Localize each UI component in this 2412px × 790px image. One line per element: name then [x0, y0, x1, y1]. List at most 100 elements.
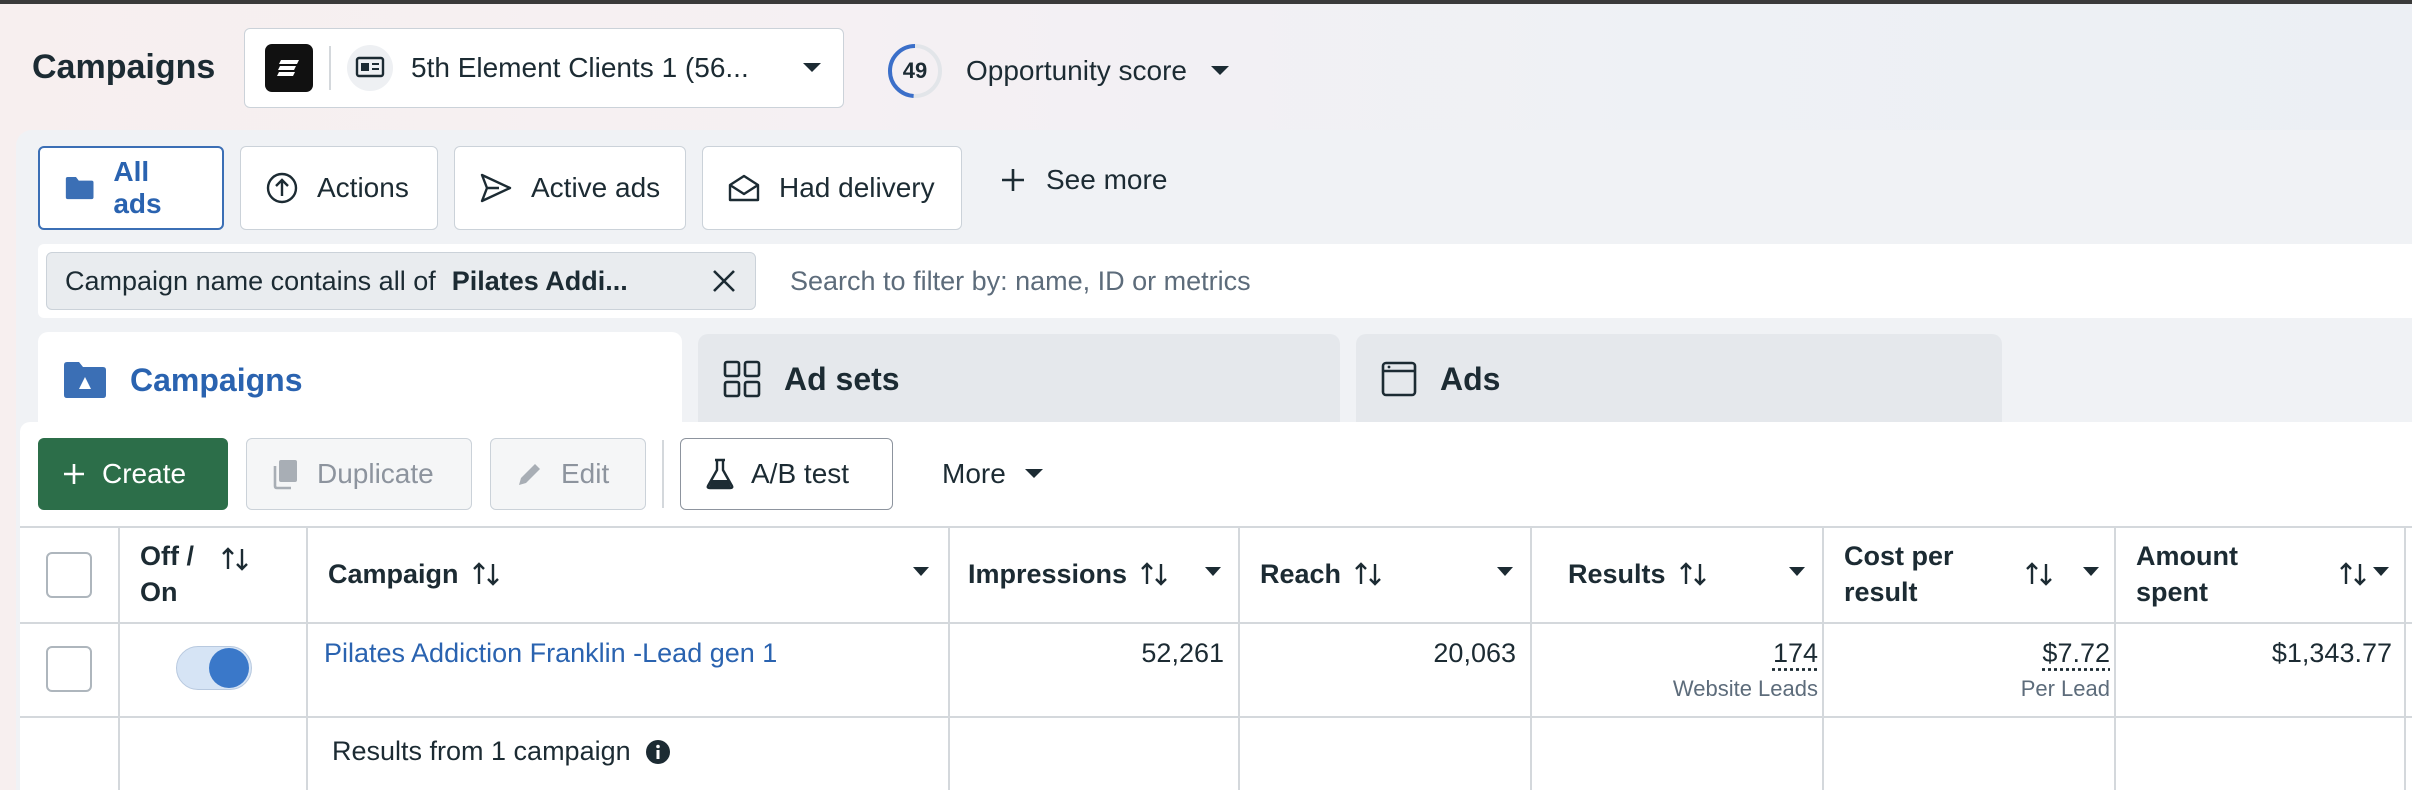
ad-window-icon — [1381, 361, 1417, 397]
sort-icon[interactable] — [471, 560, 501, 588]
filter-actions-button[interactable]: Actions — [240, 146, 438, 230]
filter-label: Active ads — [531, 172, 661, 203]
tab-ad-sets[interactable]: Ad sets — [698, 334, 1340, 424]
chevron-down-icon — [803, 63, 821, 72]
header-label: Amount — [2136, 541, 2238, 571]
results-type: Website Leads — [1672, 676, 1818, 701]
header-campaign[interactable]: Campaign — [328, 526, 501, 622]
chevron-down-icon[interactable] — [1788, 566, 1806, 578]
header-amount-spent[interactable]: Amount spent — [2136, 526, 2404, 622]
toolbar-divider — [662, 440, 664, 508]
edit-button[interactable]: Edit — [490, 438, 646, 510]
filter-label: Actions — [317, 172, 409, 203]
selector-divider — [329, 46, 331, 90]
envelope-icon — [728, 174, 760, 202]
close-icon[interactable] — [711, 268, 737, 294]
info-icon[interactable] — [645, 739, 671, 765]
see-more-button[interactable]: See more — [1000, 164, 1167, 196]
column-divider — [118, 526, 120, 790]
campaign-on-toggle[interactable] — [176, 646, 252, 690]
chip-value: Pilates Addi... — [451, 265, 628, 296]
header-off-on[interactable]: Off / On — [140, 526, 300, 622]
arrow-up-circle-icon — [266, 172, 298, 204]
sort-icon[interactable] — [1678, 560, 1708, 588]
filter-had-delivery-button[interactable]: Had delivery — [702, 146, 962, 230]
score-value: 49 — [902, 58, 928, 83]
header-cost-per-result[interactable]: Cost per result — [1844, 526, 2114, 622]
header-label: Cost per — [1844, 541, 1954, 571]
score-ring: 49 — [886, 42, 944, 100]
search-input[interactable] — [790, 256, 2190, 306]
page-title: Campaigns — [32, 48, 216, 86]
tab-label: Ad sets — [784, 360, 900, 397]
select-all-checkbox[interactable] — [46, 552, 92, 598]
chevron-down-icon — [1024, 469, 1043, 478]
column-divider — [948, 526, 950, 790]
header-label: spent — [2136, 577, 2209, 607]
folder-icon — [65, 176, 94, 200]
duplicate-button[interactable]: Duplicate — [246, 438, 472, 510]
cost-type: Per Lead — [2020, 676, 2110, 701]
column-divider — [306, 526, 308, 790]
sort-icon[interactable] — [1139, 560, 1169, 588]
ab-test-button[interactable]: A/B test — [680, 438, 893, 510]
tab-label: Ads — [1440, 360, 1501, 397]
amount-spent-value: $1,343.77 — [2271, 638, 2392, 668]
tab-label: Campaigns — [130, 361, 303, 398]
filter-label: Had delivery — [779, 172, 935, 203]
column-divider — [1530, 526, 1532, 790]
duplicate-label: Duplicate — [317, 458, 434, 489]
header-reach[interactable]: Reach — [1260, 526, 1383, 622]
filter-active-ads-button[interactable]: Active ads — [454, 146, 686, 230]
reach-value: 20,063 — [1433, 638, 1516, 668]
filter-all-ads-button[interactable]: All ads — [38, 146, 224, 230]
campaign-folder-icon — [64, 362, 106, 398]
header-label: result — [1844, 577, 1918, 607]
header-label: On — [140, 577, 178, 607]
chevron-down-icon — [1211, 66, 1229, 75]
see-more-label: See more — [1046, 164, 1168, 195]
column-divider — [2404, 526, 2406, 790]
create-button[interactable]: Create — [38, 438, 228, 510]
campaign-name-filter-chip[interactable]: Campaign name contains all of Pilates Ad… — [46, 252, 756, 310]
sort-icon[interactable] — [2024, 560, 2054, 588]
header-label: Results — [1568, 558, 1666, 589]
chevron-down-icon[interactable] — [2372, 566, 2390, 578]
account-name: 5th Element Clients 1 (56... — [411, 52, 749, 83]
plus-icon — [64, 464, 84, 484]
flask-icon — [706, 458, 734, 490]
chevron-down-icon[interactable] — [1496, 566, 1514, 578]
summary-label: Results from 1 campaign — [332, 736, 631, 766]
chevron-down-icon[interactable] — [2082, 566, 2100, 578]
chevron-down-icon[interactable] — [1204, 566, 1222, 578]
account-selector[interactable]: 5th Element Clients 1 (56... — [244, 28, 844, 108]
create-label: Create — [102, 458, 187, 489]
sort-icon[interactable] — [2338, 560, 2368, 588]
results-value[interactable]: 174 — [1550, 638, 1818, 669]
tab-campaigns[interactable]: Campaigns — [38, 332, 682, 428]
cost-per-result-value[interactable]: $7.72 — [1842, 638, 2110, 669]
sort-icon[interactable] — [220, 545, 250, 573]
filter-label: All ads — [113, 156, 162, 219]
duplicate-icon — [273, 460, 297, 490]
toggle-knob — [209, 648, 249, 688]
impressions-value: 52,261 — [1141, 638, 1224, 668]
opportunity-score[interactable]: 49 Opportunity score — [886, 42, 1231, 100]
chip-prefix: Campaign name contains all of — [65, 265, 436, 296]
opportunity-label: Opportunity score — [966, 55, 1187, 86]
campaign-name-link[interactable]: Pilates Addiction Franklin -Lead gen 1 — [324, 638, 777, 669]
pencil-icon — [519, 464, 540, 485]
column-divider — [2114, 526, 2116, 790]
more-label: More — [942, 458, 1006, 489]
sort-icon[interactable] — [1353, 560, 1383, 588]
header-impressions[interactable]: Impressions — [968, 526, 1169, 622]
results-summary: Results from 1 campaign — [332, 736, 671, 767]
brand-logo-icon — [265, 44, 313, 92]
header-results[interactable]: Results — [1568, 526, 1708, 622]
send-icon — [480, 173, 512, 203]
table-border — [20, 716, 2412, 718]
chevron-down-icon[interactable] — [912, 566, 930, 578]
more-button[interactable]: More — [918, 438, 1068, 510]
row-checkbox[interactable] — [46, 646, 92, 692]
tab-ads[interactable]: Ads — [1356, 334, 2002, 424]
